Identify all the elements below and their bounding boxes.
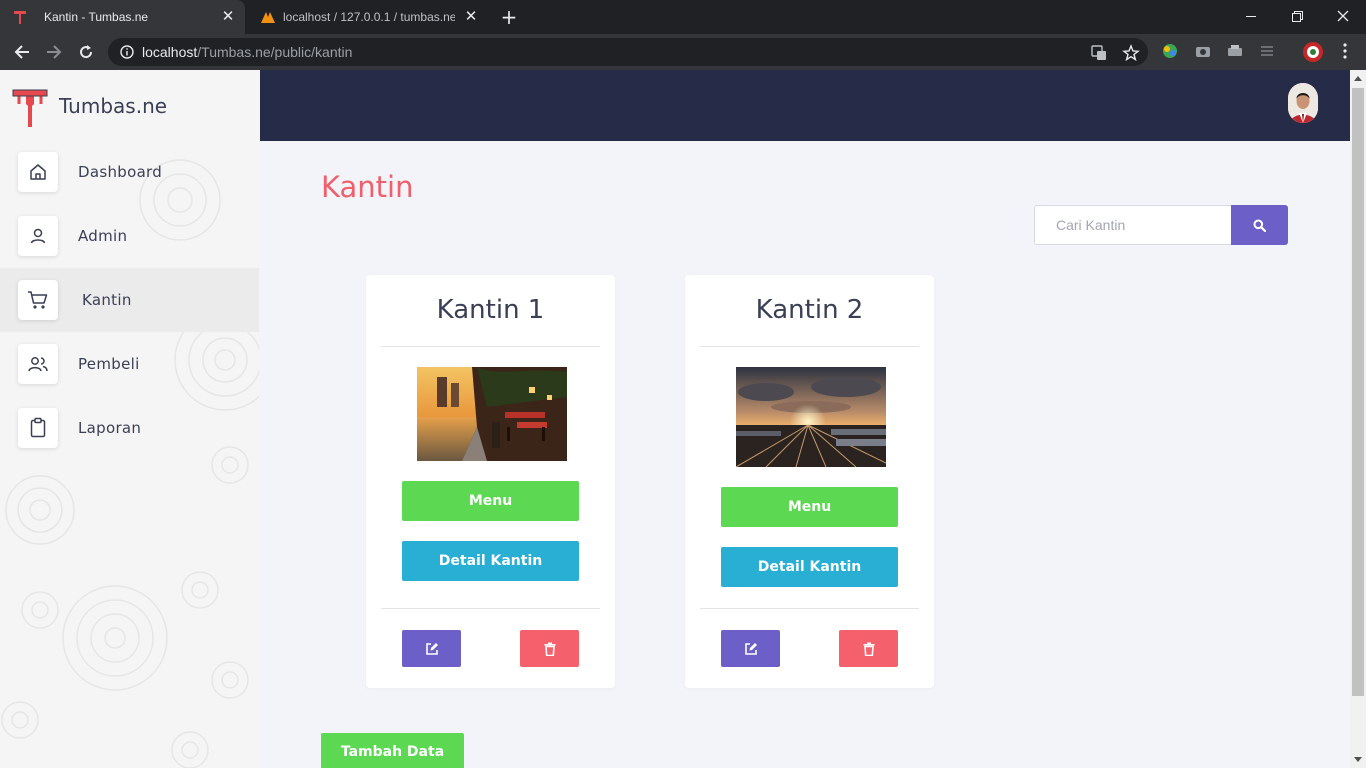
delete-button[interactable] xyxy=(520,630,579,667)
divider xyxy=(700,608,919,609)
reload-icon[interactable] xyxy=(74,40,98,64)
restore-window-icon[interactable] xyxy=(1274,0,1320,32)
sidebar-item-label: Admin xyxy=(78,227,128,245)
scroll-up-arrow-icon[interactable] xyxy=(1350,70,1366,86)
tumbas-favicon-icon xyxy=(14,11,26,24)
user-avatar[interactable] xyxy=(1288,83,1318,123)
sidebar-item-kantin[interactable]: Kantin xyxy=(0,268,259,332)
extension-globe-icon[interactable] xyxy=(1161,42,1179,60)
back-arrow-icon[interactable] xyxy=(10,40,34,64)
divider xyxy=(700,346,919,347)
sidebar-item-label: Laporan xyxy=(78,419,142,437)
search-icon xyxy=(1253,219,1266,232)
page-title: Kantin xyxy=(321,170,414,204)
phpmyadmin-favicon-icon xyxy=(261,12,275,23)
delete-button[interactable] xyxy=(839,630,898,667)
kantin-card: Kantin 1 Menu Detail Kantin xyxy=(366,275,615,688)
detail-kantin-button[interactable]: Detail Kantin xyxy=(721,547,898,587)
scroll-down-arrow-icon[interactable] xyxy=(1350,752,1366,768)
clipboard-icon xyxy=(18,408,58,448)
browser-tab-kantin[interactable]: Kantin - Tumbas.ne ✕ xyxy=(0,0,245,34)
kantin-card-title: Kantin 1 xyxy=(436,295,545,325)
sidebar-item-label: Kantin xyxy=(82,291,132,309)
divider xyxy=(381,346,600,347)
sidebar-item-pembeli[interactable]: Pembeli xyxy=(0,332,259,396)
tab-title: Kantin - Tumbas.ne xyxy=(44,10,149,24)
translate-icon[interactable] xyxy=(1090,44,1108,62)
profile-avatar-icon[interactable] xyxy=(1302,41,1324,63)
menu-button[interactable]: Menu xyxy=(721,487,898,527)
sidebar-item-laporan[interactable]: Laporan xyxy=(0,396,259,460)
forward-arrow-icon[interactable] xyxy=(42,40,66,64)
kantin-card-title: Kantin 2 xyxy=(755,295,864,325)
trash-icon xyxy=(863,642,874,656)
page-scrollbar[interactable] xyxy=(1350,70,1366,768)
users-icon xyxy=(18,344,58,384)
edit-icon xyxy=(744,642,757,655)
edit-button[interactable] xyxy=(402,630,461,667)
menu-button[interactable]: Menu xyxy=(402,481,579,521)
brand-logo-icon xyxy=(12,89,48,127)
top-navbar xyxy=(260,70,1350,141)
address-bar[interactable]: localhost/Tumbas.ne/public/kantin xyxy=(108,38,1148,66)
sidebar: Tumbas.ne Dashboard Admin Kantin Pembeli… xyxy=(0,70,259,768)
scrollbar-thumb[interactable] xyxy=(1352,88,1364,696)
edit-button[interactable] xyxy=(721,630,780,667)
trash-icon xyxy=(544,642,555,656)
sidebar-item-admin[interactable]: Admin xyxy=(0,204,259,268)
extension-camera-icon[interactable] xyxy=(1194,42,1212,60)
extension-printer-icon[interactable] xyxy=(1226,42,1244,60)
sidebar-item-label: Pembeli xyxy=(78,355,140,373)
home-icon xyxy=(18,152,58,192)
new-tab-button[interactable]: + xyxy=(498,6,520,28)
extension-stack-icon[interactable] xyxy=(1258,42,1276,60)
bookmark-star-icon[interactable] xyxy=(1122,44,1140,62)
kantin-card: Kantin 2 Menu Detail Kantin xyxy=(685,275,934,688)
site-info-icon[interactable] xyxy=(120,45,134,59)
sidebar-item-dashboard[interactable]: Dashboard xyxy=(0,140,259,204)
kantin-image xyxy=(417,367,567,461)
search-button[interactable] xyxy=(1231,205,1288,245)
divider xyxy=(381,608,600,609)
close-window-icon[interactable] xyxy=(1320,0,1366,32)
url-text: localhost/Tumbas.ne/public/kantin xyxy=(142,44,353,60)
close-tab-icon[interactable]: ✕ xyxy=(219,8,237,26)
browser-tab-strip: Kantin - Tumbas.ne ✕ localhost / 127.0.0… xyxy=(0,0,1366,34)
browser-menu-icon[interactable] xyxy=(1336,42,1354,60)
detail-kantin-button[interactable]: Detail Kantin xyxy=(402,541,579,581)
browser-toolbar: localhost/Tumbas.ne/public/kantin xyxy=(0,34,1366,70)
tambah-data-button[interactable]: Tambah Data xyxy=(321,733,464,768)
minimize-window-icon[interactable] xyxy=(1228,0,1274,32)
brand-name[interactable]: Tumbas.ne xyxy=(59,94,167,118)
tab-title: localhost / 127.0.0.1 / tumbas.ne xyxy=(283,10,455,24)
sidebar-item-label: Dashboard xyxy=(78,163,163,181)
close-tab-icon[interactable]: ✕ xyxy=(462,8,480,26)
search-input[interactable] xyxy=(1034,205,1232,245)
edit-icon xyxy=(425,642,438,655)
cart-icon xyxy=(18,280,58,320)
user-icon xyxy=(18,216,58,256)
browser-tab-phpmyadmin[interactable]: localhost / 127.0.0.1 / tumbas.ne ✕ xyxy=(248,0,488,34)
kantin-image xyxy=(736,367,886,467)
